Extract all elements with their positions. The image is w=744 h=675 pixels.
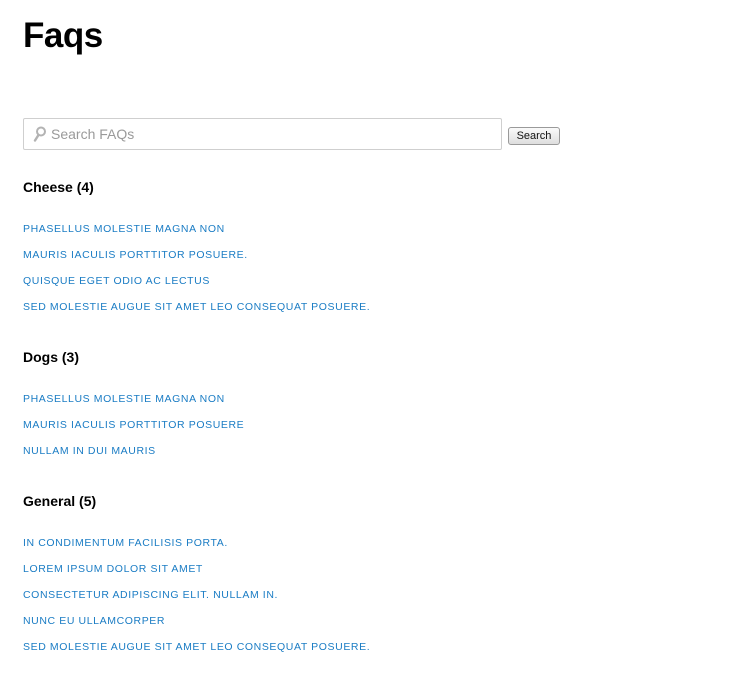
faq-item: IN CONDIMENTUM FACILISIS PORTA. — [23, 529, 723, 555]
faq-link[interactable]: NUNC EU ULLAMCORPER — [23, 615, 165, 627]
faq-item: PHASELLUS MOLESTIE MAGNA NON — [23, 215, 723, 241]
faq-item: CONSECTETUR ADIPISCING ELIT. NULLAM IN. — [23, 581, 723, 607]
faq-item: PHASELLUS MOLESTIE MAGNA NON — [23, 385, 723, 411]
faq-list: PHASELLUS MOLESTIE MAGNA NON MAURIS IACU… — [23, 215, 723, 319]
search-icon — [33, 126, 46, 142]
faq-item: QUISQUE EGET ODIO AC LECTUS — [23, 267, 723, 293]
faq-item: MAURIS IACULIS PORTTITOR POSUERE — [23, 411, 723, 437]
faq-item: MAURIS IACULIS PORTTITOR POSUERE. — [23, 241, 723, 267]
faq-list: PHASELLUS MOLESTIE MAGNA NON MAURIS IACU… — [23, 385, 723, 463]
faq-category-general: General (5) IN CONDIMENTUM FACILISIS POR… — [23, 492, 723, 659]
faq-link[interactable]: SED MOLESTIE AUGUE SIT AMET LEO CONSEQUA… — [23, 641, 370, 653]
faq-category-cheese: Cheese (4) PHASELLUS MOLESTIE MAGNA NON … — [23, 178, 723, 319]
faq-link[interactable]: IN CONDIMENTUM FACILISIS PORTA. — [23, 537, 228, 549]
faq-item: SED MOLESTIE AUGUE SIT AMET LEO CONSEQUA… — [23, 293, 723, 319]
category-name: General — [23, 493, 76, 509]
faq-link[interactable]: PHASELLUS MOLESTIE MAGNA NON — [23, 393, 225, 405]
faq-link[interactable]: LOREM IPSUM DOLOR SIT AMET — [23, 563, 203, 575]
faq-link[interactable]: QUISQUE EGET ODIO AC LECTUS — [23, 275, 210, 287]
faq-link[interactable]: MAURIS IACULIS PORTTITOR POSUERE — [23, 419, 244, 431]
faq-item: NUNC EU ULLAMCORPER — [23, 607, 723, 633]
category-heading: General (5) — [23, 492, 723, 510]
category-count: (3) — [61, 349, 80, 365]
faq-link[interactable]: PHASELLUS MOLESTIE MAGNA NON — [23, 223, 225, 235]
category-heading: Dogs (3) — [23, 348, 723, 366]
search-box — [23, 118, 502, 150]
faq-item: NULLAM IN DUI MAURIS — [23, 437, 723, 463]
category-name: Dogs — [23, 349, 58, 365]
faq-category-dogs: Dogs (3) PHASELLUS MOLESTIE MAGNA NON MA… — [23, 348, 723, 463]
faq-list: IN CONDIMENTUM FACILISIS PORTA. LOREM IP… — [23, 529, 723, 659]
category-name: Cheese — [23, 179, 73, 195]
faq-search-form: Search — [23, 118, 583, 150]
faq-link[interactable]: MAURIS IACULIS PORTTITOR POSUERE. — [23, 249, 248, 261]
page-title: Faqs — [23, 16, 103, 55]
category-count: (4) — [76, 179, 94, 195]
faq-link[interactable]: CONSECTETUR ADIPISCING ELIT. NULLAM IN. — [23, 589, 278, 601]
search-button[interactable]: Search — [508, 127, 560, 145]
faq-item: SED MOLESTIE AUGUE SIT AMET LEO CONSEQUA… — [23, 633, 723, 659]
category-count: (5) — [79, 493, 97, 509]
faq-link[interactable]: NULLAM IN DUI MAURIS — [23, 445, 156, 457]
faq-item: LOREM IPSUM DOLOR SIT AMET — [23, 555, 723, 581]
search-input[interactable] — [51, 119, 491, 149]
faq-link[interactable]: SED MOLESTIE AUGUE SIT AMET LEO CONSEQUA… — [23, 301, 370, 313]
category-heading: Cheese (4) — [23, 178, 723, 196]
